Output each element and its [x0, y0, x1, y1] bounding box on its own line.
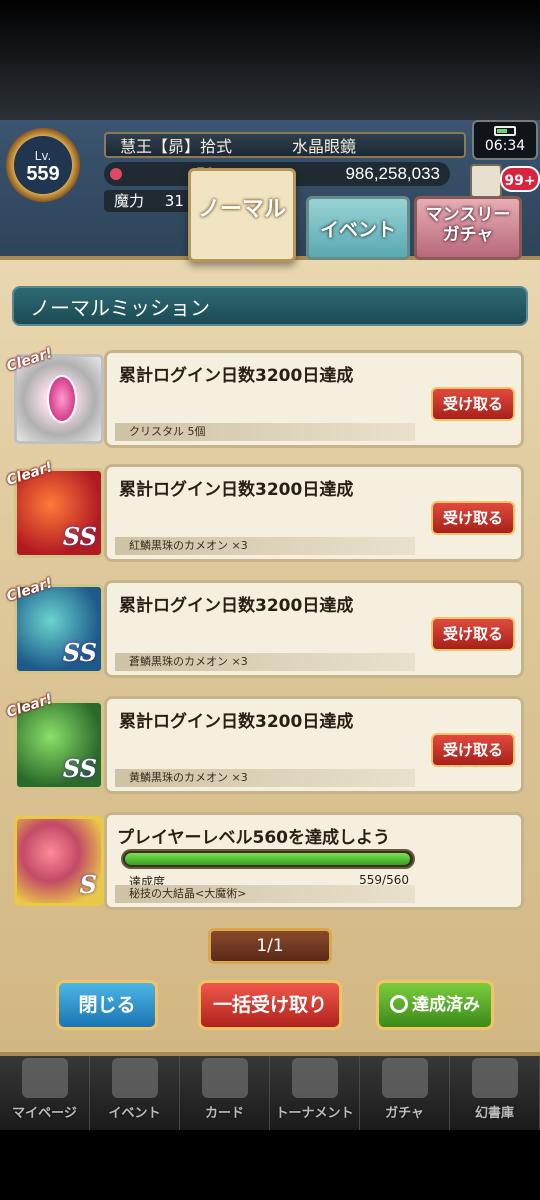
tab-monthly-line1: マンスリー — [425, 205, 511, 225]
nav-event[interactable]: イベント — [90, 1050, 180, 1130]
trophy-icon — [291, 1058, 338, 1098]
gacha-icon — [381, 1058, 428, 1098]
level-value: 559 — [26, 162, 60, 185]
mission-title: 累計ログイン日数3200日達成 — [119, 596, 354, 616]
panel-header: ノーマルミッション — [12, 286, 528, 326]
progress-fill — [125, 853, 411, 865]
nav-mypage[interactable]: マイページ — [0, 1050, 90, 1130]
nav-label: トーナメント — [275, 1106, 354, 1121]
nav-label: ガチャ — [385, 1106, 424, 1121]
mission-card: プレイヤーレベル560を達成しよう 達成度 559/560 秘技の大結晶<大魔術… — [104, 812, 524, 910]
mission-card: 累計ログイン日数3200日達成 受け取る クリスタル 5個 — [104, 350, 524, 448]
mission-reward: 黄鱗黒珠のカメオン ×3 — [115, 769, 415, 787]
nav-library[interactable]: 幻書庫 — [450, 1050, 540, 1130]
mission-title: プレイヤーレベル560を達成しよう — [117, 828, 390, 848]
receive-button[interactable]: 受け取る — [431, 501, 515, 535]
bottom-nav: マイページ イベント カード トーナメント ガチャ 幻書庫 — [0, 1050, 540, 1130]
player-name: 慧王【昴】拾式 — [120, 137, 233, 156]
mission-card: 累計ログイン日数3200日達成 受け取る 黄鱗黒珠のカメオン ×3 — [104, 696, 524, 794]
mission-title: 累計ログイン日数3200日達成 — [119, 480, 354, 500]
event-icon — [111, 1058, 158, 1098]
notification-badge[interactable]: 99+ — [500, 166, 540, 192]
top-backdrop — [0, 0, 540, 120]
mission-card: 累計ログイン日数3200日達成 受け取る 紅鱗黒珠のカメオン ×3 — [104, 464, 524, 562]
page-indicator: 1/1 — [208, 928, 332, 964]
nav-label: イベント — [108, 1106, 161, 1121]
receive-button[interactable]: 受け取る — [431, 733, 515, 767]
completed-button[interactable]: 達成済み — [376, 980, 494, 1030]
mp-label: 魔力 — [114, 192, 145, 210]
bulk-receive-button[interactable]: 一括受け取り — [198, 980, 342, 1030]
mission-reward: クリスタル 5個 — [115, 423, 415, 441]
level-label: Lv. — [34, 148, 52, 163]
crystal-icon — [47, 375, 77, 423]
gem-icon — [110, 168, 122, 180]
house-icon — [21, 1058, 68, 1098]
nav-label: 幻書庫 — [474, 1106, 514, 1121]
bottom-backdrop — [0, 1130, 540, 1200]
mission-reward: 蒼鱗黒珠のカメオン ×3 — [115, 653, 415, 671]
ss-rank-icon: SS — [62, 522, 97, 551]
mp-value: 31 — [164, 192, 184, 210]
s-rank-icon: S — [79, 870, 97, 899]
tab-normal[interactable]: ノーマル — [188, 168, 296, 262]
clock-time: 06:34 — [484, 138, 526, 154]
mission-title: 累計ログイン日数3200日達成 — [119, 366, 354, 386]
player-name-bar: 慧王【昴】拾式 水晶眼鏡 — [104, 132, 466, 158]
mission-reward: 紅鱗黒珠のカメオン ×3 — [115, 537, 415, 555]
tab-monthly-gacha[interactable]: マンスリー ガチャ — [414, 196, 522, 260]
tab-event[interactable]: イベント — [306, 196, 410, 260]
receive-button[interactable]: 受け取る — [431, 617, 515, 651]
level-badge: Lv. 559 — [6, 128, 80, 202]
close-button[interactable]: 閉じる — [56, 980, 158, 1030]
mission-reward: 秘技の大結晶<大魔術> — [115, 885, 415, 903]
gold-value: 986,258,033 — [345, 164, 440, 183]
mission-card: 累計ログイン日数3200日達成 受け取る 蒼鱗黒珠のカメオン ×3 — [104, 580, 524, 678]
nav-tournament[interactable]: トーナメント — [270, 1050, 360, 1130]
nav-gacha[interactable]: ガチャ — [360, 1050, 450, 1130]
card-icon — [201, 1058, 248, 1098]
mission-title: 累計ログイン日数3200日達成 — [119, 712, 354, 732]
player-title: 水晶眼鏡 — [292, 137, 357, 156]
reward-thumb-crystal-cluster: S — [14, 816, 104, 906]
ss-rank-icon: SS — [62, 754, 97, 783]
completed-label: 達成済み — [412, 995, 480, 1015]
refresh-icon — [390, 995, 408, 1013]
nav-label: マイページ — [12, 1106, 77, 1121]
ss-rank-icon: SS — [62, 638, 97, 667]
progress-bar — [121, 849, 415, 869]
tab-monthly-line2: ガチャ — [442, 225, 494, 245]
book-icon — [471, 1058, 518, 1098]
battery-icon — [494, 126, 516, 136]
receive-button[interactable]: 受け取る — [431, 387, 515, 421]
menu-grid-icon[interactable] — [470, 164, 502, 198]
nav-label: カード — [204, 1106, 244, 1121]
nav-card[interactable]: カード — [180, 1050, 270, 1130]
